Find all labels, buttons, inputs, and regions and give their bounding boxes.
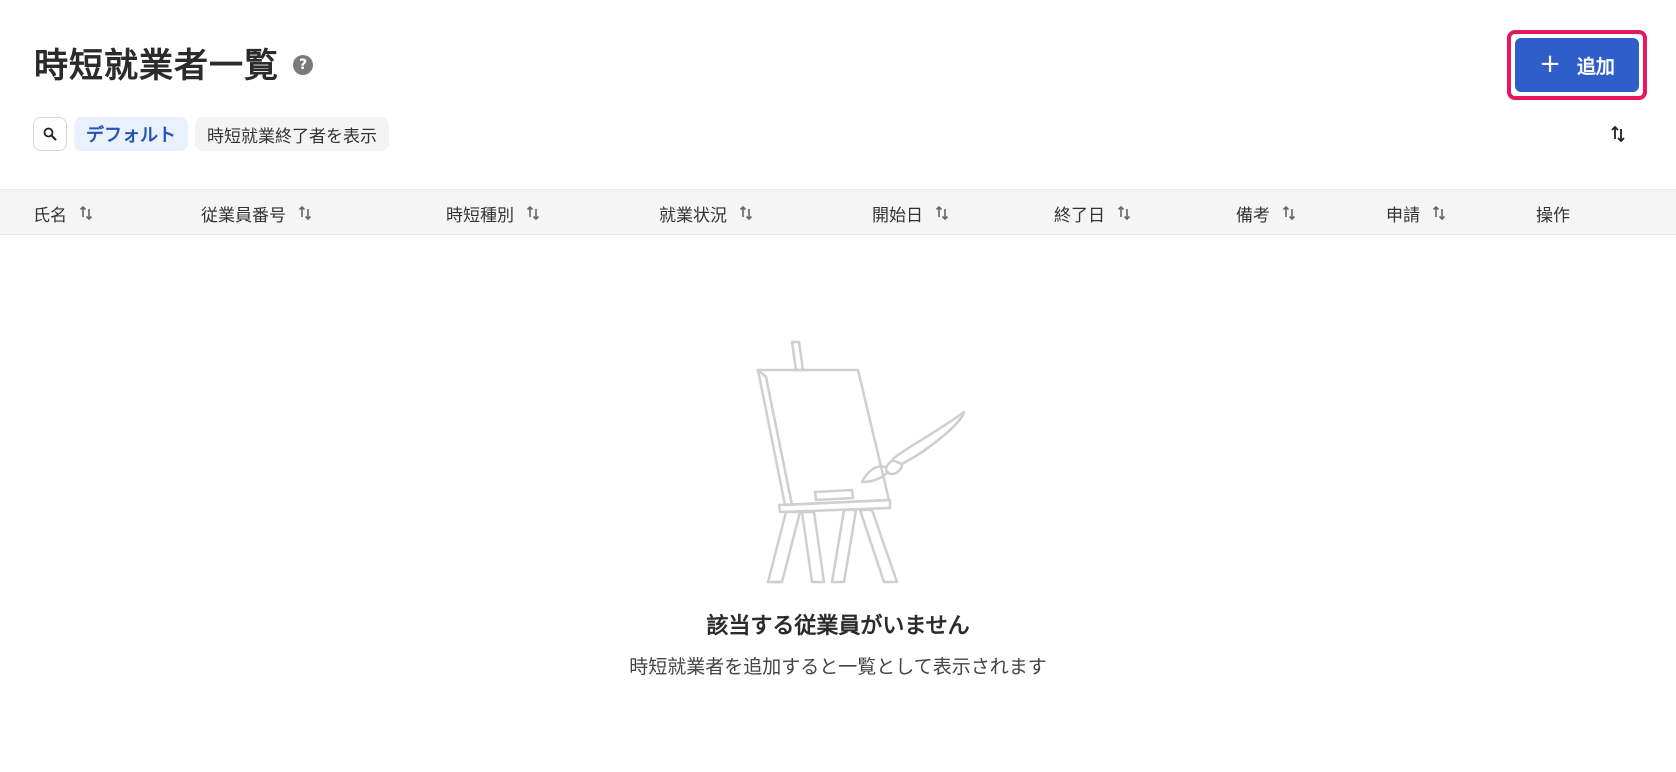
column-header[interactable]: 時短種別 — [446, 190, 540, 236]
search-button[interactable] — [33, 117, 67, 151]
empty-state-description: 時短就業者を追加すると一覧として表示されます — [629, 656, 1047, 678]
column-header: 操作 — [1536, 190, 1570, 236]
column-header[interactable]: 申請 — [1386, 190, 1446, 236]
add-button-label: 追加 — [1576, 55, 1615, 78]
sort-icon — [298, 205, 312, 221]
search-icon — [43, 127, 57, 141]
column-header[interactable]: 氏名 — [33, 190, 93, 236]
sort-icon — [79, 205, 93, 221]
sort-icon — [1611, 125, 1625, 143]
sort-icon — [1282, 205, 1296, 221]
column-header-label: 就業状況 — [659, 205, 727, 226]
page-title: 時短就業者一覧 — [34, 46, 279, 86]
column-sort-button[interactable] — [935, 204, 949, 222]
column-header[interactable]: 終了日 — [1054, 190, 1131, 236]
column-header[interactable]: 開始日 — [872, 190, 949, 236]
page-header: 時短就業者一覧 ? — [34, 38, 313, 87]
filter-chip-default[interactable]: デフォルト — [74, 117, 188, 151]
column-header-label: 時短種別 — [446, 205, 514, 226]
help-icon[interactable]: ? — [293, 54, 313, 75]
empty-state-title: 該当する従業員がいません — [706, 614, 970, 639]
column-sort-button[interactable] — [298, 204, 312, 222]
filter-chip-show-ended[interactable]: 時短就業終了者を表示 — [195, 117, 389, 151]
sort-icon — [935, 205, 949, 221]
filter-bar: デフォルト 時短就業終了者を表示 — [33, 117, 389, 151]
sort-toggle-button[interactable] — [1610, 124, 1626, 148]
column-sort-button[interactable] — [739, 204, 753, 222]
easel-illustration — [756, 340, 966, 584]
column-header-label: 備考 — [1236, 205, 1270, 226]
sort-icon — [739, 205, 753, 221]
column-sort-button[interactable] — [79, 204, 93, 222]
column-header-label: 操作 — [1536, 205, 1570, 226]
sort-icon — [1432, 205, 1446, 221]
add-button[interactable]: + 追加 — [1515, 38, 1639, 92]
sort-icon — [526, 205, 540, 221]
plus-icon: + — [1539, 49, 1561, 79]
add-button-highlight: + 追加 — [1507, 30, 1647, 100]
column-header[interactable]: 就業状況 — [659, 190, 753, 236]
column-header-label: 申請 — [1386, 205, 1420, 226]
column-sort-button[interactable] — [1282, 204, 1296, 222]
column-sort-button[interactable] — [1117, 204, 1131, 222]
table-header: 氏名 従業員番号 時短種別 就業状況 開始日 終了日 備考 申請 操作 — [0, 189, 1676, 235]
sort-icon — [1117, 205, 1131, 221]
column-header[interactable]: 従業員番号 — [201, 190, 312, 236]
column-sort-button[interactable] — [526, 204, 540, 222]
column-header-label: 氏名 — [33, 205, 67, 226]
column-sort-button[interactable] — [1432, 204, 1446, 222]
column-header-label: 開始日 — [872, 205, 923, 226]
column-header-label: 従業員番号 — [201, 205, 286, 226]
column-header-label: 終了日 — [1054, 205, 1105, 226]
column-header[interactable]: 備考 — [1236, 190, 1296, 236]
